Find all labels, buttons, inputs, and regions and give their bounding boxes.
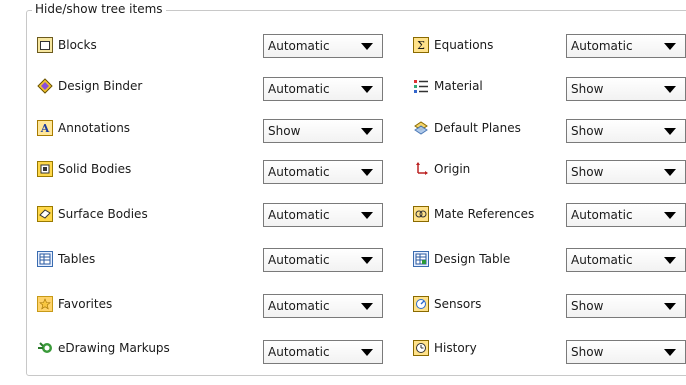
default-planes-value: Show xyxy=(571,124,604,138)
default-planes-label: Default Planes xyxy=(434,121,521,135)
edrawing-markups-select[interactable]: Automatic xyxy=(263,340,383,364)
dropdown-arrow-icon xyxy=(664,43,676,50)
row-label-blocks: Blocks xyxy=(37,36,97,54)
annotations-label: Annotations xyxy=(58,121,131,135)
solid-bodies-icon xyxy=(37,161,53,177)
blocks-select[interactable]: Automatic xyxy=(263,34,383,58)
row-label-history: History xyxy=(413,339,477,357)
dropdown-arrow-icon xyxy=(361,86,373,93)
favorites-value: Automatic xyxy=(268,299,330,313)
design-binder-icon xyxy=(37,78,53,94)
row-label-design-binder: Design Binder xyxy=(37,77,142,95)
dropdown-arrow-icon xyxy=(361,349,373,356)
row-label-sensors: Sensors xyxy=(413,295,481,313)
row-label-design-table: Design Table xyxy=(413,250,510,268)
group-title: Hide/show tree items xyxy=(32,1,166,17)
mate-references-select[interactable]: Automatic xyxy=(566,203,686,227)
solid-bodies-label: Solid Bodies xyxy=(58,162,132,176)
solid-bodies-select[interactable]: Automatic xyxy=(263,160,383,184)
default-planes-icon xyxy=(413,120,429,136)
edrawing-markups-value: Automatic xyxy=(268,345,330,359)
row-label-annotations: A Annotations xyxy=(37,119,130,137)
dropdown-arrow-icon xyxy=(664,86,676,93)
material-select[interactable]: Show xyxy=(566,77,686,101)
surface-bodies-select[interactable]: Automatic xyxy=(263,203,383,227)
surface-bodies-value: Automatic xyxy=(268,208,330,222)
history-label: History xyxy=(434,341,477,355)
equations-select[interactable]: Automatic xyxy=(566,34,686,58)
material-value: Show xyxy=(571,82,604,96)
tables-select[interactable]: Automatic xyxy=(263,248,383,272)
design-binder-value: Automatic xyxy=(268,82,330,96)
dropdown-arrow-icon xyxy=(664,303,676,310)
annotations-icon: A xyxy=(37,120,53,136)
dropdown-arrow-icon xyxy=(664,212,676,219)
edrawing-markups-label: eDrawing Markups xyxy=(58,341,170,355)
annotations-select[interactable]: Show xyxy=(263,119,383,143)
dropdown-arrow-icon xyxy=(664,169,676,176)
dropdown-arrow-icon xyxy=(361,169,373,176)
row-label-solid-bodies: Solid Bodies xyxy=(37,160,131,178)
surface-bodies-label: Surface Bodies xyxy=(58,207,148,221)
design-table-icon xyxy=(413,251,429,267)
sensors-value: Show xyxy=(571,299,604,313)
dropdown-arrow-icon xyxy=(664,349,676,356)
favorites-select[interactable]: Automatic xyxy=(263,294,383,318)
design-binder-label: Design Binder xyxy=(58,79,143,93)
history-select[interactable]: Show xyxy=(566,340,686,364)
history-icon xyxy=(413,340,429,356)
mate-references-label: Mate References xyxy=(434,207,535,221)
row-label-origin: Origin xyxy=(413,160,470,178)
history-value: Show xyxy=(571,345,604,359)
row-label-mate-references: Mate References xyxy=(413,205,534,223)
design-table-select[interactable]: Automatic xyxy=(566,248,686,272)
equations-icon: Σ xyxy=(413,37,429,53)
design-binder-select[interactable]: Automatic xyxy=(263,77,383,101)
row-label-tables: Tables xyxy=(37,250,95,268)
dropdown-arrow-icon xyxy=(361,128,373,135)
dropdown-arrow-icon xyxy=(664,128,676,135)
dropdown-arrow-icon xyxy=(361,257,373,264)
row-label-material: Material xyxy=(413,77,483,95)
sensors-icon xyxy=(413,296,429,312)
row-label-surface-bodies: Surface Bodies xyxy=(37,205,148,223)
blocks-label: Blocks xyxy=(58,38,97,52)
origin-value: Show xyxy=(571,165,604,179)
row-label-edrawing-markups: eDrawing Markups xyxy=(37,339,170,357)
tables-value: Automatic xyxy=(268,253,330,267)
sensors-label: Sensors xyxy=(434,297,482,311)
favorites-label: Favorites xyxy=(58,297,113,311)
tables-label: Tables xyxy=(58,252,96,266)
solid-bodies-value: Automatic xyxy=(268,165,330,179)
edrawing-markups-icon xyxy=(37,340,53,356)
dropdown-arrow-icon xyxy=(664,257,676,264)
tables-icon xyxy=(37,251,53,267)
surface-bodies-icon xyxy=(37,206,53,222)
origin-icon xyxy=(413,161,429,177)
tree-items-groupbox xyxy=(26,10,686,376)
sensors-select[interactable]: Show xyxy=(566,294,686,318)
origin-select[interactable]: Show xyxy=(566,160,686,184)
default-planes-select[interactable]: Show xyxy=(566,119,686,143)
equations-label: Equations xyxy=(434,38,494,52)
row-label-default-planes: Default Planes xyxy=(413,119,521,137)
design-table-label: Design Table xyxy=(434,252,511,266)
origin-label: Origin xyxy=(434,162,471,176)
dropdown-arrow-icon xyxy=(361,43,373,50)
dropdown-arrow-icon xyxy=(361,303,373,310)
material-label: Material xyxy=(434,79,483,93)
mate-references-icon xyxy=(413,206,429,222)
annotations-value: Show xyxy=(268,124,301,138)
row-label-favorites: Favorites xyxy=(37,295,112,313)
blocks-value: Automatic xyxy=(268,39,330,53)
equations-value: Automatic xyxy=(571,39,633,53)
design-table-value: Automatic xyxy=(571,253,633,267)
mate-references-value: Automatic xyxy=(571,208,633,222)
material-icon xyxy=(413,78,429,94)
favorites-icon xyxy=(37,296,53,312)
blocks-icon xyxy=(37,37,53,53)
row-label-equations: Σ Equations xyxy=(413,36,493,54)
dropdown-arrow-icon xyxy=(361,212,373,219)
